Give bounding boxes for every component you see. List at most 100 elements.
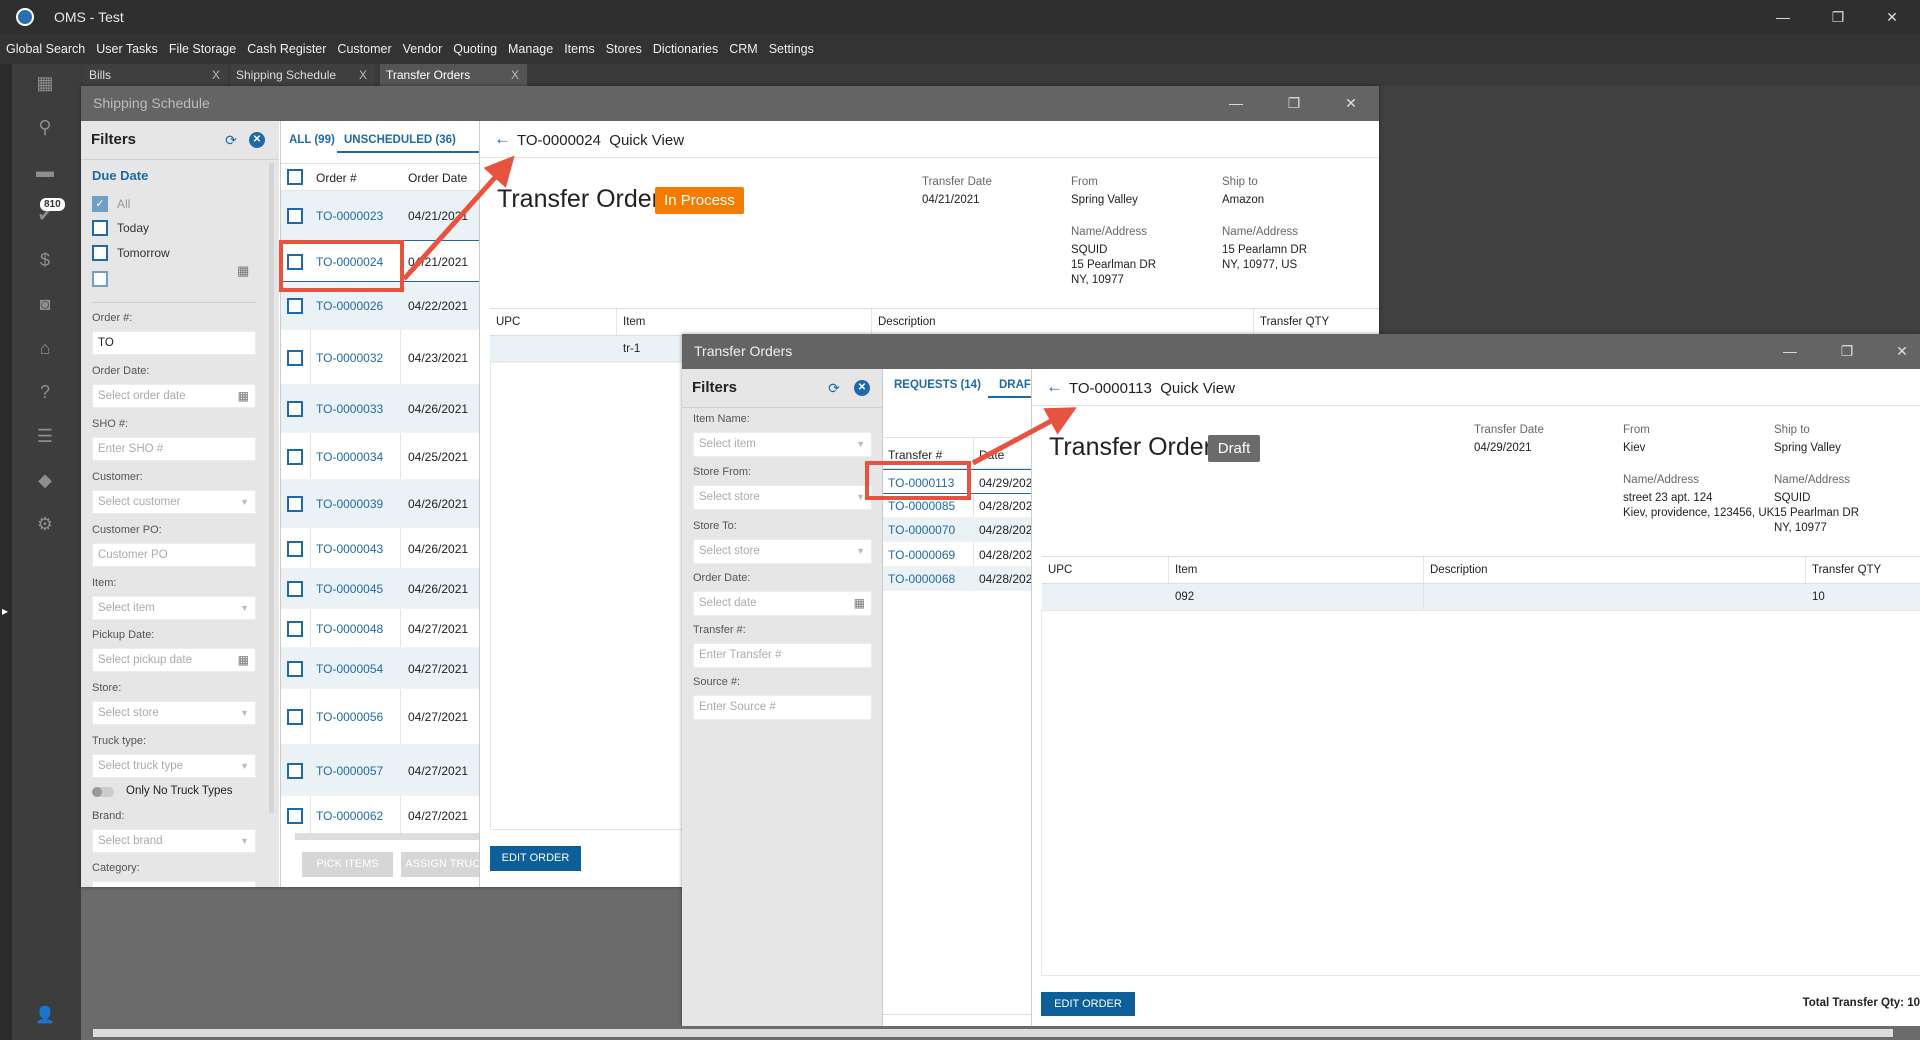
select-all-checkbox[interactable]: [287, 169, 303, 185]
table-row[interactable]: TO-0000085 04/28/2021: [883, 494, 1031, 518]
refresh-icon[interactable]: ⟳: [826, 380, 842, 396]
filter-customer-dropdown[interactable]: Select customer ▼: [92, 489, 256, 514]
chevron-down-icon[interactable]: ▼: [240, 491, 249, 513]
horizontal-scrollbar[interactable]: [81, 1026, 1920, 1040]
filter-store-dropdown[interactable]: Select store ▼: [92, 701, 256, 726]
chevron-down-icon[interactable]: ▼: [240, 702, 249, 724]
dollar-icon[interactable]: $: [34, 249, 56, 271]
chevron-down-icon[interactable]: ▼: [856, 486, 865, 509]
table-row[interactable]: TO-0000024 04/21/2021: [281, 240, 479, 282]
order-number-link[interactable]: TO-0000034: [316, 450, 383, 464]
calendar-icon[interactable]: ▦: [238, 385, 249, 407]
order-number-link[interactable]: TO-0000069: [888, 548, 955, 562]
order-number-link[interactable]: TO-0000045: [316, 582, 383, 596]
order-number-link[interactable]: TO-0000026: [316, 299, 383, 313]
order-number-link[interactable]: TO-0000043: [316, 542, 383, 556]
row-checkbox[interactable]: [287, 207, 303, 224]
order-number-link[interactable]: TO-0000054: [316, 662, 383, 676]
column-header[interactable]: UPC: [490, 309, 617, 336]
menu-item-settings[interactable]: Settings: [769, 42, 814, 56]
filter-trucktype-dropdown[interactable]: Select truck type ▼: [92, 754, 256, 779]
list-horizontal-scrollbar[interactable]: [295, 833, 479, 840]
filter-source-input[interactable]: Enter Source #: [693, 695, 872, 720]
calendar-icon[interactable]: ▦: [237, 263, 249, 279]
table-row[interactable]: TO-0000023 04/21/2021: [281, 191, 479, 240]
menu-item-dictionaries[interactable]: Dictionaries: [653, 42, 718, 56]
row-checkbox[interactable]: [287, 581, 303, 597]
column-header[interactable]: Transfer QTY: [1254, 309, 1379, 336]
order-number-link[interactable]: TO-0000048: [316, 622, 383, 636]
pick-items-button[interactable]: PICK ITEMS: [302, 852, 393, 877]
column-header-transfer[interactable]: Transfer #: [888, 448, 942, 462]
chevron-down-icon[interactable]: ▼: [856, 540, 865, 563]
edit-order-button[interactable]: EDIT ORDER: [490, 846, 581, 871]
back-arrow-icon[interactable]: ←: [1046, 377, 1063, 397]
window-maximize-button[interactable]: ❐: [1279, 92, 1309, 114]
row-checkbox[interactable]: [287, 620, 303, 637]
filter-orderdate-date-input[interactable]: Select order date ▦: [92, 383, 256, 408]
order-number-link[interactable]: TO-0000024: [316, 255, 383, 269]
store-icon[interactable]: ⌂: [34, 337, 56, 359]
calendar-icon[interactable]: ▦: [854, 592, 865, 615]
window-close-button[interactable]: ✕: [1336, 92, 1366, 114]
tag-icon[interactable]: ◆: [34, 469, 56, 491]
order-number-link[interactable]: TO-0000070: [888, 523, 955, 537]
column-header[interactable]: Description: [1424, 557, 1806, 584]
folder-icon[interactable]: ▬: [34, 160, 56, 182]
menu-item-stores[interactable]: Stores: [606, 42, 642, 56]
table-row[interactable]: TO-0000057 04/27/2021: [281, 745, 479, 796]
order-number-link[interactable]: TO-0000039: [316, 497, 383, 511]
clipboard-list-icon[interactable]: ☰: [34, 425, 56, 447]
order-number-link[interactable]: TO-0000033: [316, 402, 383, 416]
due-date-checkbox[interactable]: [92, 271, 108, 287]
minimize-button[interactable]: —: [1768, 6, 1798, 28]
row-checkbox[interactable]: [287, 298, 303, 314]
due-date-checkbox[interactable]: [92, 245, 108, 261]
refresh-icon[interactable]: ⟳: [223, 132, 239, 148]
table-row[interactable]: TO-0000034 04/25/2021: [281, 433, 479, 480]
clear-filters-icon[interactable]: ✕: [854, 380, 870, 396]
menu-item-crm[interactable]: CRM: [729, 42, 757, 56]
order-number-link[interactable]: TO-0000057: [316, 764, 383, 778]
row-checkbox[interactable]: [287, 448, 303, 465]
tab-shipping-schedule[interactable]: Shipping Schedule X: [230, 64, 375, 86]
menu-item-manage[interactable]: Manage: [508, 42, 553, 56]
tab-requests[interactable]: REQUESTS (14): [894, 379, 981, 391]
filter-transfer-input[interactable]: Enter Transfer #: [693, 643, 872, 668]
order-number-link[interactable]: TO-0000023: [316, 209, 383, 223]
chevron-down-icon[interactable]: ▼: [240, 882, 249, 887]
window-maximize-button[interactable]: ❐: [1832, 340, 1862, 362]
order-number-link[interactable]: TO-0000113: [888, 476, 954, 490]
table-row[interactable]: TO-0000062 04/27/2021: [281, 796, 479, 833]
chevron-down-icon[interactable]: ▼: [240, 755, 249, 777]
menu-item-cash-register[interactable]: Cash Register: [247, 42, 326, 56]
table-row[interactable]: TO-0000048 04/27/2021: [281, 609, 479, 648]
filter-order-input[interactable]: TO: [92, 331, 256, 355]
column-header-date[interactable]: Order Date: [408, 171, 467, 185]
table-row[interactable]: TO-0000070 04/28/2021: [883, 518, 1031, 542]
table-row[interactable]: 092 10: [1042, 584, 1920, 611]
tab-close-icon[interactable]: X: [212, 64, 220, 86]
tab-close-icon[interactable]: X: [359, 64, 367, 86]
filter-brand-dropdown[interactable]: Select brand ▼: [92, 829, 256, 853]
filter-storefrom-dropdown[interactable]: Select store ▼: [693, 485, 872, 510]
row-checkbox[interactable]: [287, 660, 303, 677]
menu-item-user-tasks[interactable]: User Tasks: [96, 42, 158, 56]
scrollbar-thumb[interactable]: [93, 1029, 1893, 1037]
table-row[interactable]: TO-0000033 04/26/2021: [281, 385, 479, 433]
column-header[interactable]: Transfer QTY: [1806, 557, 1920, 584]
table-row[interactable]: TO-0000113 04/29/2021: [883, 469, 1031, 494]
due-date-checkbox[interactable]: ✓: [92, 196, 108, 212]
table-row[interactable]: TO-0000056 04/27/2021: [281, 689, 479, 745]
row-checkbox[interactable]: [287, 349, 303, 366]
search-icon[interactable]: ⚲: [34, 116, 56, 138]
row-checkbox[interactable]: [287, 808, 303, 824]
only-no-truck-types-toggle[interactable]: [92, 787, 114, 797]
column-header[interactable]: UPC: [1042, 557, 1169, 584]
row-checkbox[interactable]: [287, 709, 303, 725]
column-header-order[interactable]: Order #: [316, 171, 357, 185]
menu-item-items[interactable]: Items: [564, 42, 595, 56]
table-row[interactable]: TO-0000069 04/28/2021: [883, 542, 1031, 567]
table-row[interactable]: TO-0000032 04/23/2021: [281, 330, 479, 385]
user-icon[interactable]: 👤: [34, 1005, 56, 1027]
